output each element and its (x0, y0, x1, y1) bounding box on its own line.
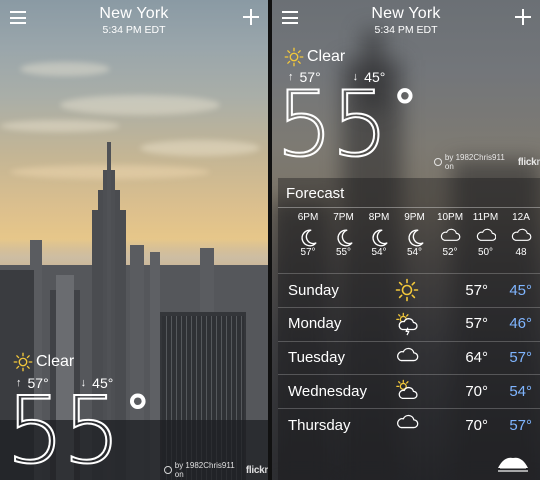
condition-label: Clear (36, 353, 75, 370)
day-low-temp: 57° (509, 416, 532, 434)
header: New York 5:34 PM EDT (0, 0, 268, 40)
partly-cloudy-icon (395, 379, 419, 403)
cloud-icon (395, 346, 419, 370)
credit-text: by 1982Chris911 on (444, 153, 505, 171)
hourly-item: 12A 48 (503, 212, 539, 258)
header: New York 5:34 PM EDT (272, 0, 540, 40)
daily-row: Sunday 57° 45° (278, 273, 540, 306)
day-name: Monday (288, 315, 342, 333)
daily-row: Tuesday 64° 57° (278, 340, 540, 374)
hour-label: 7PM (333, 212, 354, 223)
day-low-temp: 45° (509, 281, 532, 299)
hour-label: 8PM (368, 212, 390, 223)
hour-temp: 55° (335, 247, 352, 258)
add-city-icon[interactable] (514, 8, 532, 26)
copyright-icon (434, 158, 442, 166)
daily-row: Monday 57° 46° (278, 306, 540, 340)
cloud-icon (395, 413, 419, 437)
yahoo-weather-logo (498, 457, 528, 472)
hour-label: 12A (512, 212, 530, 223)
moon-icon (333, 227, 355, 247)
hour-temp: 48 (515, 247, 527, 258)
hour-temp: 54° (371, 247, 387, 258)
add-city-icon[interactable] (242, 8, 260, 26)
hourly-item: 9PM 54° (397, 212, 433, 258)
cloud-icon (439, 227, 461, 245)
sun-icon (395, 278, 419, 302)
row-divider (278, 408, 540, 410)
city-name: New York (371, 5, 441, 22)
row-divider (278, 374, 540, 376)
cloud-icon (510, 227, 532, 245)
day-name: Wednesday (288, 382, 367, 400)
row-divider (278, 273, 540, 274)
day-low-temp: 57° (509, 349, 532, 367)
sun-icon (13, 352, 33, 372)
weather-screen-main: New York 5:34 PM EDT Clear ↑ 57° ↓ 45° 55 °… (0, 0, 268, 480)
moon-icon (368, 227, 390, 247)
forecast-panel: Forecast 6PM 57° 7PM 55° 8PM 54° 9PM 54° 10PM 52°… (278, 178, 540, 480)
hourly-item: 11PM 50° (468, 212, 504, 258)
current-condition: Clear (13, 352, 74, 372)
day-high-temp: 70° (465, 416, 488, 434)
moon-icon (404, 227, 426, 247)
sun-icon (284, 47, 304, 67)
day-high-temp: 57° (465, 315, 488, 333)
hourly-forecast[interactable]: 6PM 57° 7PM 55° 8PM 54° 9PM 54° 10PM 52° 11PM 50° 12… (278, 212, 540, 268)
temperature-value: 55 (5, 377, 122, 480)
city-name: New York (99, 5, 169, 22)
day-low-temp: 54° (509, 382, 532, 400)
current-temperature: 55 ° (5, 384, 151, 478)
current-temperature: 55 ° (275, 78, 419, 171)
day-name: Thursday (288, 416, 351, 434)
day-high-temp: 64° (465, 349, 488, 367)
hour-label: 6PM (297, 212, 319, 223)
local-time: 5:34 PM EDT (374, 24, 438, 36)
hourly-item: 8PM 54° (361, 212, 397, 258)
row-divider (278, 340, 540, 342)
hourly-item: 6PM 57° (290, 212, 326, 258)
moon-icon (297, 227, 319, 247)
flickr-logo: flickr (245, 464, 268, 476)
hourly-item: 10PM 52° (432, 212, 468, 258)
forecast-divider (278, 207, 540, 208)
flickr-logo: flickr (517, 156, 540, 168)
hour-label: 11PM (472, 212, 499, 223)
current-condition: Clear (284, 47, 345, 67)
hour-label: 9PM (404, 212, 425, 223)
hour-label: 10PM (436, 212, 464, 223)
day-high-temp: 70° (465, 382, 488, 400)
hourly-item: 7PM 55° (326, 212, 362, 258)
hour-temp: 57° (300, 247, 316, 258)
temperature-value: 55 (275, 72, 390, 177)
daily-row: Thursday 70° 57° (278, 408, 540, 441)
photo-credit[interactable]: by 1982Chris911 on flickr (164, 461, 268, 479)
day-high-temp: 57° (465, 281, 488, 299)
hour-temp: 50° (477, 247, 494, 258)
daily-row: Wednesday 70° 54° (278, 374, 540, 407)
degree-symbol: ° (392, 78, 419, 137)
hour-temp: 54° (406, 247, 423, 258)
copyright-icon (164, 466, 172, 474)
local-time: 5:34 PM EDT (102, 24, 166, 36)
day-name: Sunday (288, 281, 339, 299)
photo-credit[interactable]: by 1982Chris911 on flickr (434, 153, 540, 171)
hour-temp: 52° (442, 247, 458, 258)
day-low-temp: 46° (509, 315, 532, 333)
condition-label: Clear (307, 48, 346, 65)
forecast-title: Forecast (286, 185, 345, 202)
cloud-icon (475, 227, 497, 245)
degree-symbol: ° (124, 384, 151, 444)
thunderstorm-icon (395, 312, 419, 336)
credit-text: by 1982Chris911 on (174, 461, 235, 479)
row-divider (278, 306, 540, 308)
weather-screen-details: New York 5:34 PM EDT Clear ↑ 57° ↓ 45° 55 °… (272, 0, 540, 480)
day-name: Tuesday (288, 349, 345, 367)
